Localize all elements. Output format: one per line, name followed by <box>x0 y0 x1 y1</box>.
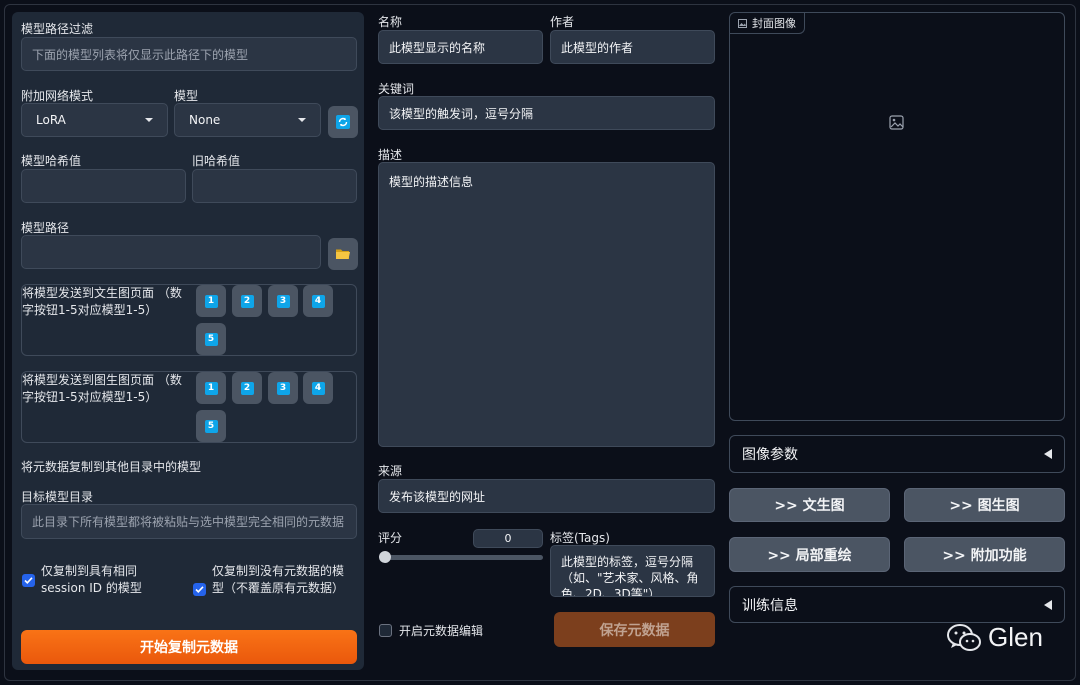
refresh-icon <box>336 115 350 129</box>
rating-label: 评分 <box>378 531 403 545</box>
model-label: 模型 <box>174 89 199 103</box>
target-dir-label: 目标模型目录 <box>21 490 94 504</box>
collapse-arrow-icon <box>1044 599 1052 610</box>
tags-placeholder: 此模型的标签，逗号分隔（如、"艺术家、风格、角色、2D、3D等"） <box>561 555 699 597</box>
digit-2-icon: 2 <box>240 381 254 395</box>
description-label: 描述 <box>378 148 403 162</box>
old-hash-label: 旧哈希值 <box>192 154 241 168</box>
digit-3-icon: 3 <box>276 294 290 308</box>
send-txt2img-button-5[interactable]: 5 <box>196 323 226 355</box>
name-label: 名称 <box>378 15 403 29</box>
save-metadata-button[interactable]: 保存元数据 <box>554 612 715 647</box>
enable-edit-label: 开启元数据编辑 <box>399 624 484 638</box>
no-meta-checkbox[interactable] <box>193 583 206 596</box>
path-filter-label: 模型路径过滤 <box>21 22 94 36</box>
keywords-label: 关键词 <box>378 82 415 96</box>
model-select[interactable]: None <box>174 103 321 137</box>
enable-edit-checkbox[interactable] <box>379 624 392 637</box>
rating-slider-thumb[interactable] <box>379 551 391 563</box>
name-input[interactable]: 此模型显示的名称 <box>378 30 543 64</box>
digit-4-icon: 4 <box>311 381 325 395</box>
check-icon <box>24 577 33 584</box>
training-info-accordion[interactable]: 训练信息 <box>729 586 1065 623</box>
digit-4-icon: 4 <box>311 294 325 308</box>
rating-number-input[interactable]: 0 <box>473 529 543 548</box>
network-mode-label: 附加网络模式 <box>21 89 94 103</box>
author-input[interactable]: 此模型的作者 <box>550 30 715 64</box>
digit-5-icon: 5 <box>204 332 218 346</box>
digit-1-icon: 1 <box>204 294 218 308</box>
network-mode-value: LoRA <box>36 113 66 127</box>
watermark-text: Glen <box>988 622 1043 652</box>
digit-2-icon: 2 <box>240 294 254 308</box>
send-img2img-button-1[interactable]: 1 <box>196 372 226 404</box>
model-hash-input[interactable] <box>21 169 186 203</box>
rating-slider-track[interactable] <box>385 555 543 560</box>
path-filter-input[interactable]: 下面的模型列表将仅显示此路径下的模型 <box>21 37 357 71</box>
source-label: 来源 <box>378 464 403 478</box>
tags-label: 标签(Tags) <box>550 531 610 545</box>
keywords-input[interactable]: 该模型的触发词，逗号分隔 <box>378 96 715 130</box>
model-hash-label: 模型哈希值 <box>21 154 82 168</box>
send-txt2img-button-2[interactable]: 2 <box>232 285 262 317</box>
training-info-label: 训练信息 <box>742 597 798 614</box>
target-dir-input[interactable]: 此目录下所有模型都将被粘贴与选中模型完全相同的元数据 <box>21 504 357 539</box>
cover-image-label: 封面图像 <box>752 17 796 30</box>
tags-textarea[interactable]: 此模型的标签，逗号分隔（如、"艺术家、风格、角色、2D、3D等"） <box>550 545 715 597</box>
copy-meta-heading: 将元数据复制到其他目录中的模型 <box>21 460 202 474</box>
chevron-down-icon <box>145 118 153 122</box>
send-img2img-button-4[interactable]: 4 <box>303 372 333 404</box>
watermark: Glen <box>946 622 1043 653</box>
old-hash-input[interactable] <box>192 169 357 203</box>
start-copy-button[interactable]: 开始复制元数据 <box>21 630 357 664</box>
check-icon <box>195 586 204 593</box>
collapse-arrow-icon <box>1044 449 1052 459</box>
send-to-txt2img-button[interactable]: >> 文生图 <box>729 488 890 522</box>
digit-3-icon: 3 <box>276 381 290 395</box>
folder-icon <box>336 249 350 259</box>
image-params-label: 图像参数 <box>742 447 798 463</box>
same-session-checkbox[interactable] <box>22 574 35 587</box>
source-input[interactable]: 发布该模型的网址 <box>378 479 715 513</box>
same-session-label: 仅复制到具有相同session ID 的模型 <box>41 564 142 595</box>
send-img2img-button-3[interactable]: 3 <box>268 372 298 404</box>
send-img2img-button-5[interactable]: 5 <box>196 410 226 442</box>
image-params-accordion[interactable]: 图像参数 <box>729 435 1065 473</box>
send-txt2img-button-3[interactable]: 3 <box>268 285 298 317</box>
send-to-img2img-button[interactable]: >> 图生图 <box>904 488 1065 522</box>
description-textarea[interactable]: 模型的描述信息 <box>378 162 715 447</box>
network-mode-select[interactable]: LoRA <box>21 103 168 137</box>
author-label: 作者 <box>550 15 575 29</box>
chevron-down-icon <box>298 118 306 122</box>
send-txt2img-button-4[interactable]: 4 <box>303 285 333 317</box>
digit-5-icon: 5 <box>204 419 218 433</box>
image-placeholder-icon <box>889 115 904 130</box>
send-txt2img-button-1[interactable]: 1 <box>196 285 226 317</box>
model-value: None <box>189 113 221 127</box>
refresh-button[interactable] <box>328 106 358 138</box>
send-to-extras-button[interactable]: >> 附加功能 <box>904 537 1065 572</box>
send-img2img-button-2[interactable]: 2 <box>232 372 262 404</box>
cover-image-tag: 封面图像 <box>730 13 805 34</box>
cover-image-box[interactable] <box>729 12 1065 421</box>
wechat-logo-icon <box>947 623 981 651</box>
digit-1-icon: 1 <box>204 381 218 395</box>
description-placeholder: 模型的描述信息 <box>389 175 474 189</box>
open-folder-button[interactable] <box>328 238 358 270</box>
no-meta-label: 仅复制到没有元数据的模型（不覆盖原有元数据） <box>212 564 345 595</box>
model-path-label: 模型路径 <box>21 221 70 235</box>
send-to-inpaint-button[interactable]: >> 局部重绘 <box>729 537 890 572</box>
send-txt2img-label: 将模型发送到文生图页面 （数字按钮1-5对应模型1-5） <box>22 286 182 317</box>
image-icon <box>738 18 747 28</box>
send-img2img-label: 将模型发送到图生图页面 （数字按钮1-5对应模型1-5） <box>22 373 182 404</box>
model-path-input[interactable] <box>21 235 321 269</box>
